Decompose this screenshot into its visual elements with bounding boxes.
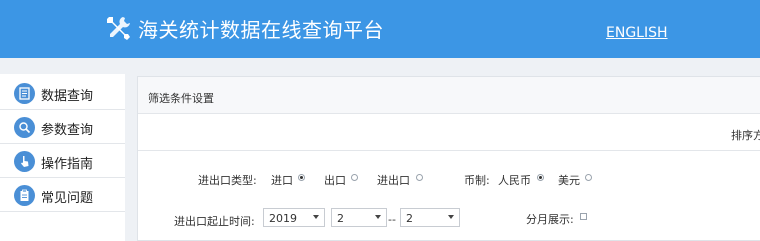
option-label: 进出口 xyxy=(377,174,410,187)
year-value: 2019 xyxy=(269,212,297,225)
start-month-select[interactable]: 2 xyxy=(331,208,387,227)
magnifier-icon xyxy=(19,122,31,134)
radio-import-export[interactable] xyxy=(416,174,423,181)
panel-header: 筛选条件设置 xyxy=(138,77,760,114)
clipboard-icon xyxy=(20,189,29,201)
radio-usd[interactable] xyxy=(585,174,592,181)
chevron-down-icon xyxy=(375,215,381,219)
end-month-select[interactable]: 2 xyxy=(400,208,460,227)
filter-panel: 筛选条件设置 排序方 进出口类型: 进口 出口 进出口 币制: 人民币 美元 进… xyxy=(137,76,760,241)
trade-type-label: 进出口类型: xyxy=(198,174,257,187)
header-bar: 海关统计数据在线查询平台 ENGLISH xyxy=(0,0,760,58)
currency-label: 币制: xyxy=(464,174,490,187)
divider xyxy=(138,150,760,151)
option-label: 进口 xyxy=(271,174,293,187)
radio-import[interactable] xyxy=(298,174,305,181)
sidebar-item-label: 数据查询 xyxy=(41,89,94,104)
radio-export[interactable] xyxy=(351,174,358,181)
sort-label: 排序方 xyxy=(731,129,760,142)
range-separator: -- xyxy=(388,213,396,226)
hand-pointer-icon xyxy=(21,156,29,167)
option-label: 出口 xyxy=(324,174,346,187)
app-title: 海关统计数据在线查询平台 xyxy=(138,18,384,42)
time-range-label: 进出口起止时间: xyxy=(174,215,255,228)
chevron-down-icon xyxy=(313,215,319,219)
sidebar-item-guide[interactable]: 操作指南 xyxy=(0,144,125,178)
sidebar-item-label: 操作指南 xyxy=(41,157,94,172)
sidebar-item-label: 参数查询 xyxy=(41,123,94,138)
option-label: 美元 xyxy=(558,174,580,187)
tools-icon xyxy=(107,17,130,40)
sidebar-item-param-query[interactable]: 参数查询 xyxy=(0,110,125,144)
year-select[interactable]: 2019 xyxy=(263,208,325,227)
document-icon xyxy=(19,87,30,100)
start-month-value: 2 xyxy=(337,212,344,225)
monthly-display-checkbox[interactable] xyxy=(580,213,587,220)
end-month-value: 2 xyxy=(406,212,413,225)
chevron-down-icon xyxy=(448,215,454,219)
sidebar-item-faq[interactable]: 常见问题 xyxy=(0,178,125,212)
sidebar-item-label: 常见问题 xyxy=(41,191,94,206)
sidebar-item-data-query[interactable]: 数据查询 xyxy=(0,76,125,110)
panel-title: 筛选条件设置 xyxy=(148,92,214,105)
sidebar: 数据查询 参数查询 操作指南 常见问题 xyxy=(0,74,125,241)
english-link[interactable]: ENGLISH xyxy=(606,25,668,41)
option-label: 人民币 xyxy=(498,174,531,187)
radio-rmb[interactable] xyxy=(537,174,544,181)
monthly-display-label: 分月展示: xyxy=(526,213,574,226)
